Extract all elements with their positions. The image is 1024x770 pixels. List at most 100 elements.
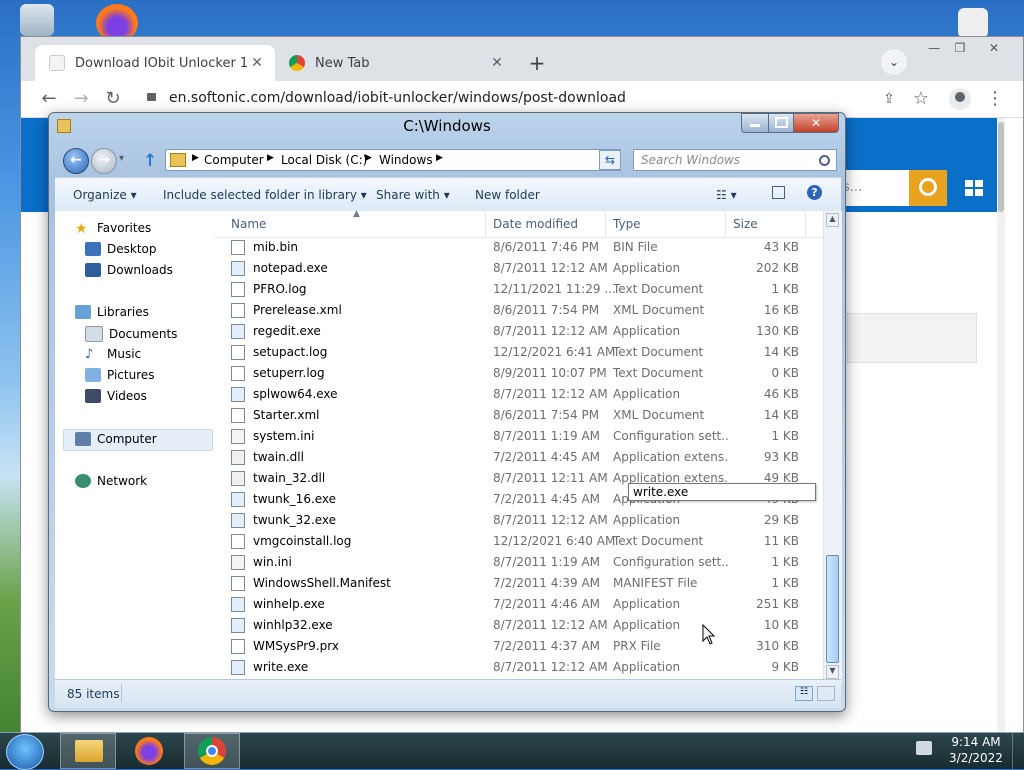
file-row[interactable]: winhlp32.exe 8/7/2011 12:12 AM Application… (231, 615, 811, 636)
nav-favorites[interactable]: ★ Favorites (75, 221, 151, 237)
minimize-button[interactable]: — (921, 41, 947, 57)
breadcrumb-computer[interactable]: Computer (204, 153, 264, 167)
file-list-scrollbar[interactable]: ▲ ▼ (823, 211, 842, 683)
help-button[interactable]: ? (807, 185, 822, 200)
page-scrollbar[interactable] (997, 118, 1005, 732)
scroll-up-arrow[interactable]: ▲ (826, 213, 839, 227)
share-button[interactable]: ⇪ (877, 87, 901, 111)
bookmark-button[interactable]: ☆ (909, 87, 933, 111)
nav-documents[interactable]: Documents (85, 326, 177, 342)
maximize-button[interactable] (768, 113, 794, 133)
column-type[interactable]: Type (613, 217, 641, 231)
profile-button[interactable] (949, 88, 971, 110)
new-tab-button[interactable]: + (523, 49, 551, 77)
column-name[interactable]: Name (231, 217, 266, 231)
column-divider[interactable] (485, 211, 486, 237)
file-row[interactable]: twain.dll 7/2/2011 4:45 AM Application ext… (231, 447, 811, 468)
menu-button[interactable]: ⋮ (983, 87, 1007, 111)
back-button[interactable]: ← (63, 148, 89, 174)
nav-downloads[interactable]: Downloads (85, 263, 173, 277)
close-button[interactable]: ✕ (981, 41, 1007, 57)
nav-videos[interactable]: Videos (85, 389, 147, 403)
file-row[interactable]: write.exe 8/7/2011 12:12 AM Application 9 K… (231, 657, 811, 678)
view-options-button[interactable]: ☷ ▾ (716, 188, 737, 202)
file-row[interactable]: system.ini 8/7/2011 1:19 AM Configuration … (231, 426, 811, 447)
column-divider[interactable] (605, 211, 606, 237)
maximize-button[interactable]: ❐ (947, 41, 973, 57)
nav-computer[interactable]: Computer (75, 432, 157, 446)
nav-desktop[interactable]: Desktop (85, 242, 157, 256)
file-desktop-icon[interactable] (958, 8, 988, 38)
column-divider[interactable] (725, 211, 726, 237)
tab-search-button[interactable]: ⌄ (881, 49, 907, 75)
forward-button[interactable]: → (69, 87, 93, 111)
network-tray-icon[interactable] (916, 741, 932, 755)
forward-button[interactable]: → (91, 148, 117, 174)
file-row[interactable]: winhelp.exe 7/2/2011 4:46 AM Application 25… (231, 594, 811, 615)
nav-music[interactable]: ♪ Music (85, 347, 141, 362)
mouse-pointer-icon (702, 624, 716, 645)
file-row[interactable]: WMSysPr9.prx 7/2/2011 4:37 AM PRX File 310 … (231, 636, 811, 657)
file-row[interactable]: win.ini 8/7/2011 1:19 AM Configuration set… (231, 552, 811, 573)
column-size[interactable]: Size (733, 217, 758, 231)
file-row[interactable]: WindowsShell.Manifest 7/2/2011 4:39 AM MAN… (231, 573, 811, 594)
details-view-toggle[interactable]: ☷ (795, 686, 813, 701)
large-icons-view-toggle[interactable] (817, 686, 835, 701)
column-date-modified[interactable]: Date modified (493, 217, 578, 231)
file-row[interactable]: regedit.exe 8/7/2011 12:12 AM Application 1… (231, 321, 811, 342)
taskbar-chrome[interactable] (184, 733, 240, 769)
new-folder-button[interactable]: New folder (475, 188, 540, 202)
search-input[interactable]: Search Windows (633, 149, 837, 171)
recent-pages-dropdown[interactable]: ▾ (119, 153, 124, 164)
taskbar-firefox[interactable] (122, 733, 178, 769)
reload-button[interactable]: ↻ (101, 87, 125, 111)
back-button[interactable]: ← (37, 87, 61, 111)
file-icon (231, 639, 245, 654)
file-row[interactable]: setupact.log 12/12/2021 6:41 AM Text Docum… (231, 342, 811, 363)
file-row[interactable]: Prerelease.xml 8/6/2011 7:54 PM XML Docume… (231, 300, 811, 321)
start-button[interactable] (6, 734, 44, 770)
tab-new-tab[interactable]: New Tab ✕ (275, 45, 515, 81)
scroll-down-arrow[interactable]: ▼ (826, 665, 839, 679)
address-bar[interactable]: ▶ Computer ▶ Local Disk (C:) ▶ Windows ▶… (165, 149, 621, 171)
nav-pictures[interactable]: Pictures (85, 368, 155, 382)
file-row[interactable]: splwow64.exe 8/7/2011 12:12 AM Application… (231, 384, 811, 405)
breadcrumb-windows[interactable]: Windows (379, 153, 433, 167)
tab-iobit-download[interactable]: Download IObit Unlocker 1.1(20 ✕ (35, 45, 275, 81)
preview-pane-button[interactable] (772, 186, 785, 202)
file-row[interactable]: vmgcoinstall.log 12/12/2021 6:40 AM Text D… (231, 531, 811, 552)
breadcrumb-local-disk[interactable]: Local Disk (C:) (281, 153, 367, 167)
nav-network[interactable]: Network (75, 474, 147, 488)
refresh-button[interactable]: ⇆ (599, 150, 621, 170)
file-icon (231, 387, 245, 402)
scroll-thumb[interactable] (826, 555, 839, 663)
lock-icon[interactable] (147, 93, 156, 101)
tab-close-icon[interactable]: ✕ (247, 55, 267, 71)
file-row[interactable]: PFRO.log 12/11/2021 11:29 ... Text Documen… (231, 279, 811, 300)
arrow-right-icon: → (98, 152, 110, 168)
taskbar-explorer[interactable] (60, 733, 116, 769)
page-scroll-thumb[interactable] (998, 122, 1004, 212)
close-button[interactable]: ✕ (793, 113, 839, 133)
file-date-modified: 8/7/2011 12:12 AM (493, 618, 608, 632)
omnibox[interactable]: en.softonic.com/download/iobit-unlocker/… (133, 83, 863, 113)
file-row[interactable]: notepad.exe 8/7/2011 12:12 AM Application 2… (231, 258, 811, 279)
windows-platform-icon[interactable] (953, 170, 997, 206)
up-folder-button[interactable]: ↑ (143, 151, 157, 171)
file-row[interactable]: twunk_32.exe 8/7/2011 12:12 AM Application… (231, 510, 811, 531)
site-search-button[interactable] (909, 170, 947, 206)
file-row[interactable]: mib.bin 8/6/2011 7:46 PM BIN File 43 KB (231, 237, 811, 258)
file-row[interactable]: setuperr.log 8/9/2011 10:07 PM Text Docume… (231, 363, 811, 384)
include-in-library-button[interactable]: Include selected folder in library ▾ (163, 188, 367, 202)
tab-close-icon[interactable]: ✕ (487, 55, 507, 71)
column-divider[interactable] (805, 211, 806, 237)
share-with-button[interactable]: Share with ▾ (376, 188, 450, 202)
recycle-bin-icon[interactable] (20, 4, 54, 36)
show-desktop-button[interactable] (1012, 733, 1024, 769)
file-date-modified: 8/6/2011 7:54 PM (493, 408, 600, 422)
nav-libraries[interactable]: Libraries (75, 305, 149, 319)
minimize-button[interactable] (741, 113, 769, 133)
organize-button[interactable]: Organize ▾ (73, 188, 137, 202)
file-row[interactable]: Starter.xml 8/6/2011 7:54 PM XML Document 1… (231, 405, 811, 426)
clock[interactable]: 9:14 AM 3/2/2022 (946, 734, 1006, 766)
